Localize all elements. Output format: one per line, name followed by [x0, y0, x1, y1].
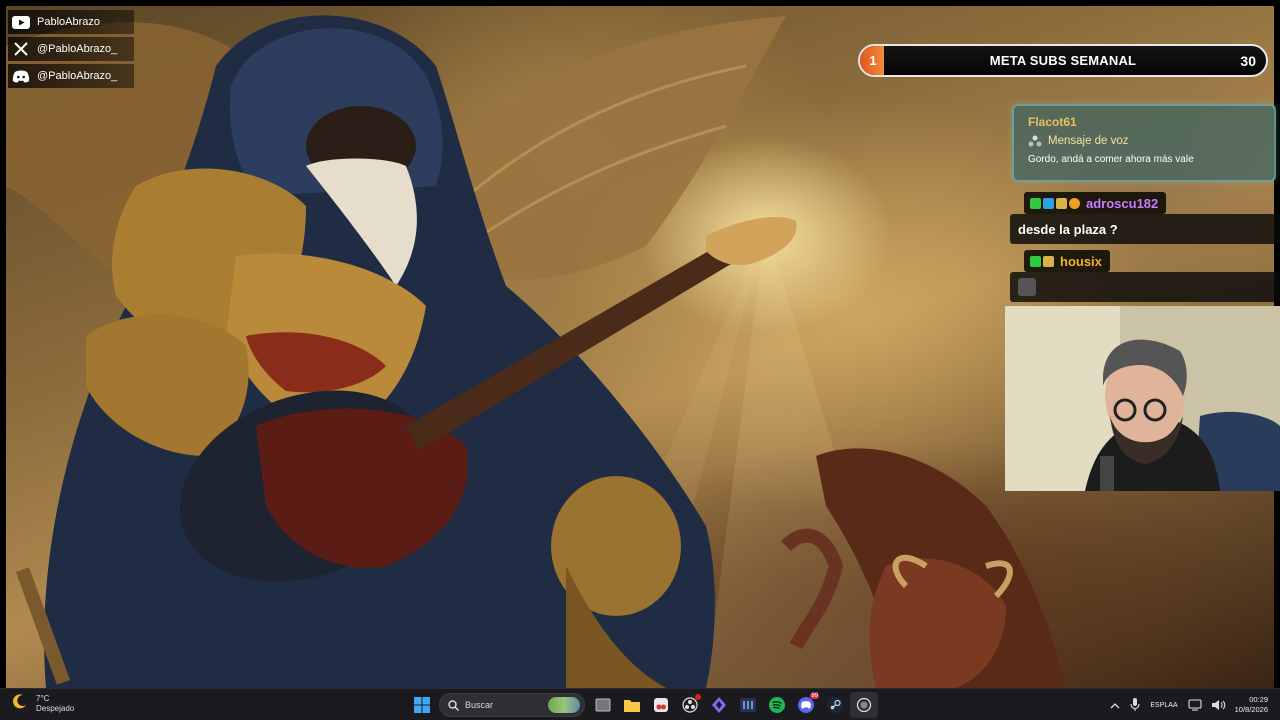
- input-language[interactable]: ESP LAA: [1150, 701, 1177, 710]
- youtube-icon: [11, 13, 31, 31]
- steam-button[interactable]: [821, 692, 849, 718]
- weather-desc: Despejado: [36, 703, 75, 713]
- sub-badge-icon: [1069, 197, 1080, 209]
- keyboard-layout: LAA: [1164, 701, 1178, 709]
- mixer-icon: [740, 698, 756, 712]
- moon-icon: [12, 693, 28, 714]
- task-view-icon: [595, 698, 611, 712]
- microphone-icon[interactable]: [1130, 698, 1140, 712]
- windows-icon: [414, 697, 430, 713]
- chat-message-header: adroscu182: [1024, 192, 1167, 214]
- voice-message-user: Flacot61: [1028, 115, 1077, 129]
- steam-icon: [827, 697, 843, 713]
- social-x-label: @PabloAbrazo_: [37, 43, 118, 55]
- chat-username: housix: [1060, 253, 1102, 269]
- social-discord[interactable]: @PabloAbrazo_: [8, 64, 134, 88]
- kick-badge-icon: [1030, 255, 1041, 267]
- chat-message: housix: [1010, 250, 1280, 302]
- folder-icon: [624, 700, 640, 712]
- sub-goal-target: 30: [1240, 52, 1256, 69]
- clock[interactable]: 00:29 10/8/2026: [1235, 695, 1268, 715]
- record-icon: [856, 697, 872, 713]
- discord-button[interactable]: 99: [792, 692, 820, 718]
- taskbar-search[interactable]: Buscar: [439, 693, 585, 717]
- webcam-image: [1005, 306, 1280, 491]
- social-x[interactable]: @PabloAbrazo_: [8, 37, 134, 61]
- discord-icon: [11, 67, 31, 85]
- chat-message-text: desde la plaza ?: [1010, 214, 1280, 244]
- chat-username: adroscu182: [1086, 195, 1159, 211]
- search-placeholder: Buscar: [465, 700, 494, 710]
- x-icon: [11, 40, 31, 58]
- chat-message-header: housix: [1024, 250, 1110, 272]
- obs-studio-button[interactable]: [850, 692, 878, 718]
- voice-message-text: Gordo, andá a comer ahora más vale: [1028, 154, 1194, 165]
- weather-temp: 7°C: [36, 693, 50, 703]
- social-discord-label: @PabloAbrazo_: [37, 70, 118, 82]
- system-tray: ESP LAA 00:29 10/8/2026: [1105, 689, 1280, 720]
- snipping-tool-icon: [654, 698, 668, 712]
- discord-app-icon: [798, 697, 814, 713]
- snipping-tool-button[interactable]: [647, 692, 675, 718]
- sub-goal-bar: 1 META SUBS SEMANAL 30: [858, 44, 1268, 77]
- spotify-button[interactable]: [763, 692, 791, 718]
- voice-message-type: Mensaje de voz: [1028, 135, 1260, 147]
- weather-widget[interactable]: 7°C Despejado: [12, 693, 74, 714]
- gem-badge-icon: [1043, 197, 1054, 209]
- search-highlight-image: [548, 697, 580, 713]
- start-button[interactable]: [408, 692, 436, 718]
- clock-time: 00:29: [1249, 695, 1268, 704]
- social-youtube[interactable]: PabloAbrazo: [8, 10, 134, 34]
- voice-message-type-label: Mensaje de voz: [1048, 135, 1129, 147]
- sub-goal-title: META SUBS SEMANAL: [989, 53, 1137, 68]
- chat-message: adroscu182 desde la plaza ?: [1010, 192, 1280, 244]
- chat-message-text: [1010, 272, 1280, 302]
- notification-dot: [695, 694, 701, 700]
- volume-icon[interactable]: [1211, 699, 1226, 711]
- discord-notification-count: 99: [810, 693, 819, 699]
- social-youtube-label: PabloAbrazo: [37, 16, 100, 28]
- tray-overflow-chevron-icon[interactable]: [1110, 702, 1120, 709]
- kick-badge-icon: [1030, 197, 1041, 209]
- streamerbot-button[interactable]: [705, 692, 733, 718]
- emote-badge-icon: [1043, 255, 1054, 267]
- language-code: ESP: [1150, 701, 1165, 709]
- webcam-feed: [1005, 306, 1280, 491]
- emote-badge-icon: [1056, 197, 1067, 209]
- windows-taskbar: 7°C Despejado Buscar 99 ESP LAA 00:29 10…: [0, 688, 1280, 720]
- network-icon[interactable]: [1188, 699, 1202, 711]
- task-view-button[interactable]: [589, 692, 617, 718]
- file-explorer-button[interactable]: [618, 692, 646, 718]
- audio-mixer-button[interactable]: [734, 692, 762, 718]
- clock-date: 10/8/2026: [1234, 705, 1268, 714]
- spotify-icon: [769, 697, 785, 713]
- emote-icon: [1018, 278, 1036, 296]
- taskbar-apps: Buscar 99: [408, 692, 879, 718]
- voice-message-icon: [1028, 135, 1042, 147]
- streamerbot-icon: [712, 697, 726, 713]
- obs-button[interactable]: [676, 692, 704, 718]
- social-handles: PabloAbrazo @PabloAbrazo_ @PabloAbrazo_: [8, 10, 134, 91]
- search-icon: [448, 699, 459, 711]
- voice-message-card: Flacot61 Mensaje de voz Gordo, andá a co…: [1012, 104, 1276, 182]
